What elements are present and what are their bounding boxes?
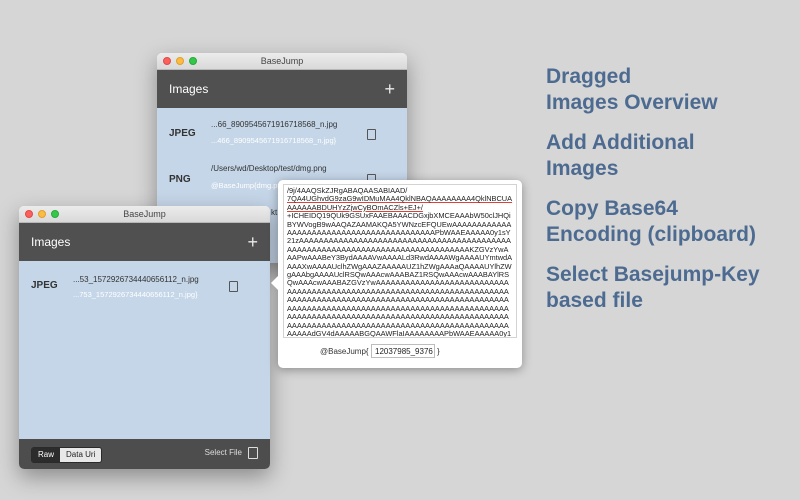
list-item[interactable]: JPEG ...53_1572926734440656112_n.jpg ...… xyxy=(19,269,270,317)
image-type-label: PNG xyxy=(169,174,191,185)
base64-body: +ICHEIDQ19QUk9GSUxFAAEBAAACDGxjbXMCEAAAb… xyxy=(287,211,513,338)
header-title: Images xyxy=(31,235,71,249)
popover-arrow xyxy=(271,276,278,290)
feature-list: Dragged Images Overview Add Additional I… xyxy=(546,64,760,328)
zoom-window-button[interactable] xyxy=(51,210,59,218)
image-basejump-key: @BaseJump{dmg.png} xyxy=(211,181,289,190)
back-window-titlebar: BaseJump xyxy=(157,53,407,70)
feature-item: Copy Base64 Encoding (clipboard) xyxy=(546,196,760,248)
feature-line: Images xyxy=(546,157,619,180)
window-title: BaseJump xyxy=(123,209,166,219)
image-basejump-key: ...466_8909545671916718568_n.jpg} xyxy=(211,136,337,145)
select-file-button[interactable]: Select File xyxy=(205,448,242,457)
base64-textarea[interactable]: /9j/4AAQSkZJRgABAQAASABIAAD/ 7QA4UGhvdG9… xyxy=(283,184,517,338)
basejump-key-label: @BaseJump{ xyxy=(320,347,369,356)
feature-line: Images Overview xyxy=(546,91,718,114)
front-window-titlebar: BaseJump xyxy=(19,206,270,223)
image-filename: /Users/wd/Desktop/test/dmg.png xyxy=(211,164,327,173)
images-header: Images + xyxy=(19,223,270,261)
window-footer: Raw Data Uri Select File xyxy=(19,439,270,469)
feature-line: Encoding (clipboard) xyxy=(546,223,756,246)
image-filename: ...53_1572926734440656112_n.jpg xyxy=(73,275,199,284)
feature-line: based file xyxy=(546,289,643,312)
front-window: BaseJump Images + JPEG ...53_15729267344… xyxy=(19,206,270,469)
base64-popover: /9j/4AAQSkZJRgABAQAASABIAAD/ 7QA4UGhvdG9… xyxy=(271,180,522,368)
encoding-mode-control: Raw Data Uri xyxy=(31,447,103,463)
feature-item: Add Additional Images xyxy=(546,130,760,182)
close-window-button[interactable] xyxy=(25,210,33,218)
feature-line: Dragged xyxy=(546,65,632,88)
minimize-window-button[interactable] xyxy=(38,210,46,218)
images-header: Images + xyxy=(157,70,407,108)
document-icon[interactable] xyxy=(248,447,258,459)
basejump-key-field[interactable]: 12037985_9376 xyxy=(371,344,435,358)
minimize-window-button[interactable] xyxy=(176,57,184,65)
add-image-button[interactable]: + xyxy=(384,70,395,108)
raw-mode-button[interactable]: Raw xyxy=(32,448,61,462)
partial-text: kt xyxy=(271,208,278,217)
list-item[interactable]: JPEG ...66_8909545671916718568_n.jpg ...… xyxy=(157,116,407,164)
header-title: Images xyxy=(169,82,209,96)
zoom-window-button[interactable] xyxy=(189,57,197,65)
copy-icon[interactable] xyxy=(229,279,241,292)
image-filename: ...66_8909545671916718568_n.jpg xyxy=(211,120,338,129)
data-uri-mode-button[interactable]: Data Uri xyxy=(60,448,102,462)
add-image-button[interactable]: + xyxy=(247,223,258,261)
feature-line: Copy Base64 xyxy=(546,197,678,220)
feature-line: Add Additional xyxy=(546,131,695,154)
close-window-button[interactable] xyxy=(163,57,171,65)
image-type-label: JPEG xyxy=(169,128,196,139)
feature-item: Dragged Images Overview xyxy=(546,64,760,116)
window-title: BaseJump xyxy=(260,56,304,66)
feature-item: Select Basejump-Key based file xyxy=(546,262,760,314)
image-list: JPEG ...53_1572926734440656112_n.jpg ...… xyxy=(19,261,270,439)
feature-line: Select Basejump-Key xyxy=(546,263,760,286)
copy-icon[interactable] xyxy=(367,127,379,140)
basejump-key-close: } xyxy=(437,347,440,356)
image-basejump-key: ...753_1572926734440656112_n.jpg} xyxy=(73,290,198,299)
image-type-label: JPEG xyxy=(31,280,58,291)
